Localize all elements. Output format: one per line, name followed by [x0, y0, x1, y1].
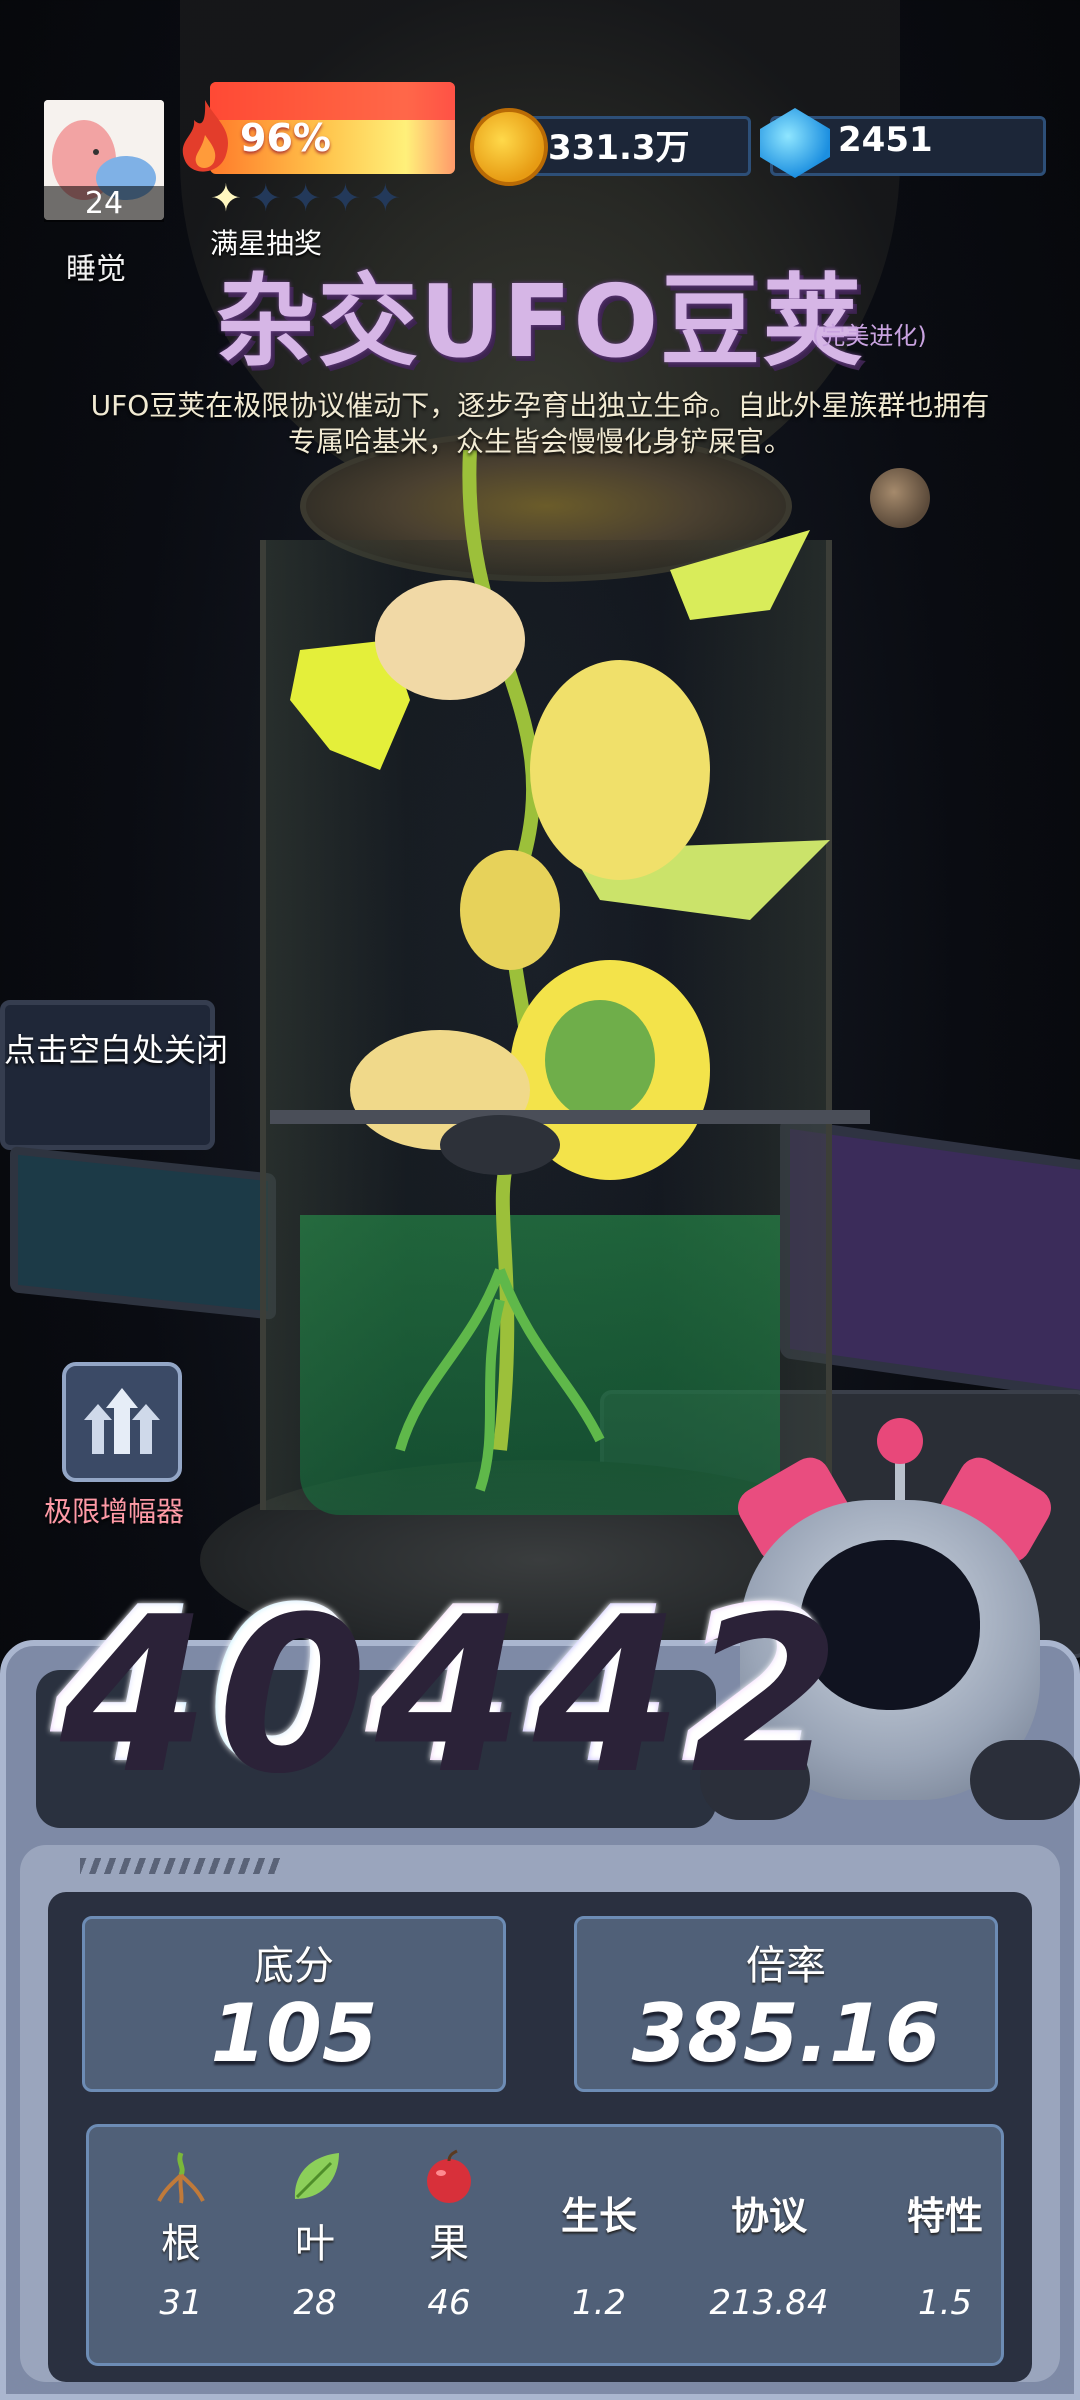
robot-right-hand — [970, 1740, 1080, 1820]
star-empty-icon: ✦ — [329, 176, 362, 220]
star-empty-icon: ✦ — [289, 176, 322, 220]
triple-up-arrows-icon — [84, 1388, 160, 1454]
apple-icon — [427, 2149, 471, 2203]
attr-root-name: 根 — [161, 2221, 201, 2267]
multiplier-box: 倍率 385.16 — [574, 1916, 998, 2092]
star-empty-icon: ✦ — [369, 176, 402, 220]
base-score-value: 105 — [210, 1987, 378, 2080]
attr-trait-name: 特性 — [906, 2194, 983, 2238]
item-title: 杂交UFO豆荚 — [215, 263, 865, 380]
robot-antenna-ball — [877, 1418, 923, 1464]
base-score-box: 底分 105 — [82, 1916, 506, 2092]
panel-stripes — [80, 1858, 280, 1874]
description-line-1: UFO豆荚在极限协议催动下，逐步孕育出独立生命。自此外星族群也拥有 — [90, 389, 990, 422]
player-level: 24 — [44, 186, 164, 222]
attr-root-value: 31 — [159, 2283, 203, 2323]
star-filled-icon: ✦ — [210, 176, 242, 220]
amplifier-button[interactable] — [62, 1362, 182, 1482]
attr-protocol-name: 协议 — [730, 2194, 807, 2238]
ufo-pod-plant-illustration — [270, 450, 870, 1492]
amplifier-label: 极限增幅器 — [44, 1495, 185, 1528]
fire-percent: 96% — [240, 116, 331, 160]
attr-leaf-value: 28 — [293, 2283, 337, 2323]
multiplier-value: 385.16 — [631, 1987, 941, 2080]
total-score: 40442 — [50, 1560, 838, 1811]
attr-growth-name: 生长 — [560, 2194, 637, 2238]
multiplier-label: 倍率 — [746, 1943, 826, 1989]
base-score-label: 底分 — [254, 1943, 334, 1989]
coin-icon — [470, 108, 548, 186]
star-rating[interactable]: ✦ ✦ ✦ ✦ ✦ — [210, 176, 460, 220]
left-console-screen — [10, 1146, 276, 1320]
description-line-2: 专属哈基米，众生皆会慢慢化身铲屎官。 — [287, 425, 792, 458]
close-hint[interactable]: 点击空白处关闭 — [4, 1025, 228, 1071]
distant-planet — [870, 468, 930, 528]
evolution-tag: (完美进化) — [812, 322, 927, 350]
attr-growth-value: 1.2 — [571, 2283, 627, 2323]
gem-amount: 2451 — [838, 120, 933, 160]
coin-amount: 331.3万 — [548, 128, 690, 168]
attr-leaf-name: 叶 — [295, 2221, 335, 2267]
attributes-box: 根 31 叶 28 果 46 生长 1.2 协议 213.84 特性 1.5 — [86, 2124, 1004, 2366]
attr-fruit-name: 果 — [429, 2221, 469, 2267]
attr-trait-value: 1.5 — [917, 2283, 973, 2323]
attr-protocol-value: 213.84 — [709, 2283, 829, 2323]
star-empty-icon: ✦ — [249, 176, 282, 220]
item-description: UFO豆荚在极限协议催动下，逐步孕育出独立生命。自此外星族群也拥有 专属哈基米，… — [60, 388, 1020, 460]
flame-icon — [182, 100, 228, 172]
fire-progress-flames — [210, 82, 455, 120]
attr-fruit-value: 46 — [427, 2283, 471, 2323]
left-monitor — [0, 1000, 215, 1150]
root-icon — [157, 2152, 205, 2204]
leaf-icon — [294, 2153, 339, 2199]
